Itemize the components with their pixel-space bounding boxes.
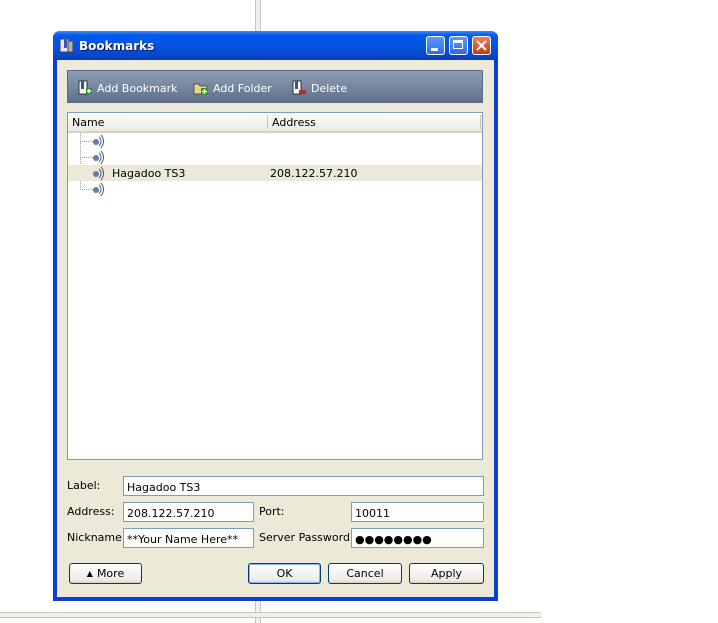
add-bookmark-button[interactable]: Add Bookmark — [77, 79, 178, 97]
server-password-caption: Server Password: — [259, 531, 354, 544]
server-bookmark-icon — [93, 150, 104, 165]
maximize-icon — [453, 40, 463, 49]
column-separator[interactable] — [267, 115, 268, 129]
bookmarks-tree[interactable]: Name Address Hagadoo TS3 208.122.57.210 — [67, 112, 483, 460]
add-bookmark-label: Add Bookmark — [97, 81, 178, 95]
address-field[interactable] — [123, 502, 254, 522]
more-label: More — [96, 567, 125, 580]
tree-row-selected[interactable]: Hagadoo TS3 208.122.57.210 — [68, 165, 482, 181]
bookmarks-toolbar: Add Bookmark Add Folder Delete — [67, 70, 483, 103]
delete-label: Delete — [311, 81, 348, 95]
add-folder-button[interactable]: Add Folder — [193, 79, 272, 97]
expand-arrow-icon: ▲ — [86, 569, 93, 578]
tree-row[interactable] — [68, 181, 482, 197]
close-button[interactable] — [472, 36, 491, 55]
server-bookmark-icon — [93, 166, 104, 181]
add-folder-icon — [193, 83, 208, 95]
cancel-label: Cancel — [346, 567, 384, 580]
apply-label: Apply — [430, 567, 463, 580]
close-icon — [476, 40, 487, 51]
server-password-field[interactable] — [351, 528, 484, 548]
tree-header: Name Address — [68, 113, 482, 133]
tree-row[interactable] — [68, 133, 482, 149]
background-divider-horizontal — [0, 612, 541, 618]
server-bookmark-icon — [93, 182, 104, 197]
ok-label: OK — [276, 567, 293, 580]
row-name: Hagadoo TS3 — [112, 167, 186, 180]
add-folder-label: Add Folder — [213, 81, 272, 95]
window-title: Bookmarks — [79, 39, 155, 53]
cancel-button[interactable]: Cancel — [328, 563, 402, 584]
bookmarks-window-icon — [59, 38, 74, 53]
port-caption: Port: — [259, 505, 285, 518]
nickname-caption: Nickname: — [67, 531, 126, 544]
tree-row[interactable] — [68, 149, 482, 165]
row-address: 208.122.57.210 — [270, 167, 358, 180]
bookmarks-window: Bookmarks Add Bookmark Add Folder Delete… — [53, 31, 498, 601]
label-field[interactable] — [123, 476, 484, 496]
column-header-name[interactable]: Name — [72, 116, 104, 129]
delete-icon — [292, 80, 306, 95]
delete-button[interactable]: Delete — [291, 79, 347, 97]
apply-button[interactable]: Apply — [409, 563, 484, 584]
server-bookmark-icon — [93, 134, 104, 149]
title-bar[interactable]: Bookmarks — [53, 31, 498, 60]
label-caption: Label: — [67, 479, 101, 492]
nickname-field[interactable] — [123, 528, 254, 548]
ok-button[interactable]: OK — [248, 563, 321, 584]
minimize-button[interactable] — [426, 36, 445, 55]
window-client-area: Add Bookmark Add Folder Delete Name Addr… — [57, 60, 494, 597]
port-field[interactable] — [351, 502, 484, 522]
column-separator[interactable] — [480, 115, 481, 129]
column-header-address[interactable]: Address — [272, 116, 316, 129]
address-caption: Address: — [67, 505, 115, 518]
add-bookmark-icon — [78, 80, 92, 95]
minimize-icon — [431, 48, 438, 51]
maximize-button[interactable] — [449, 36, 468, 55]
more-button[interactable]: ▲ More — [69, 563, 142, 584]
